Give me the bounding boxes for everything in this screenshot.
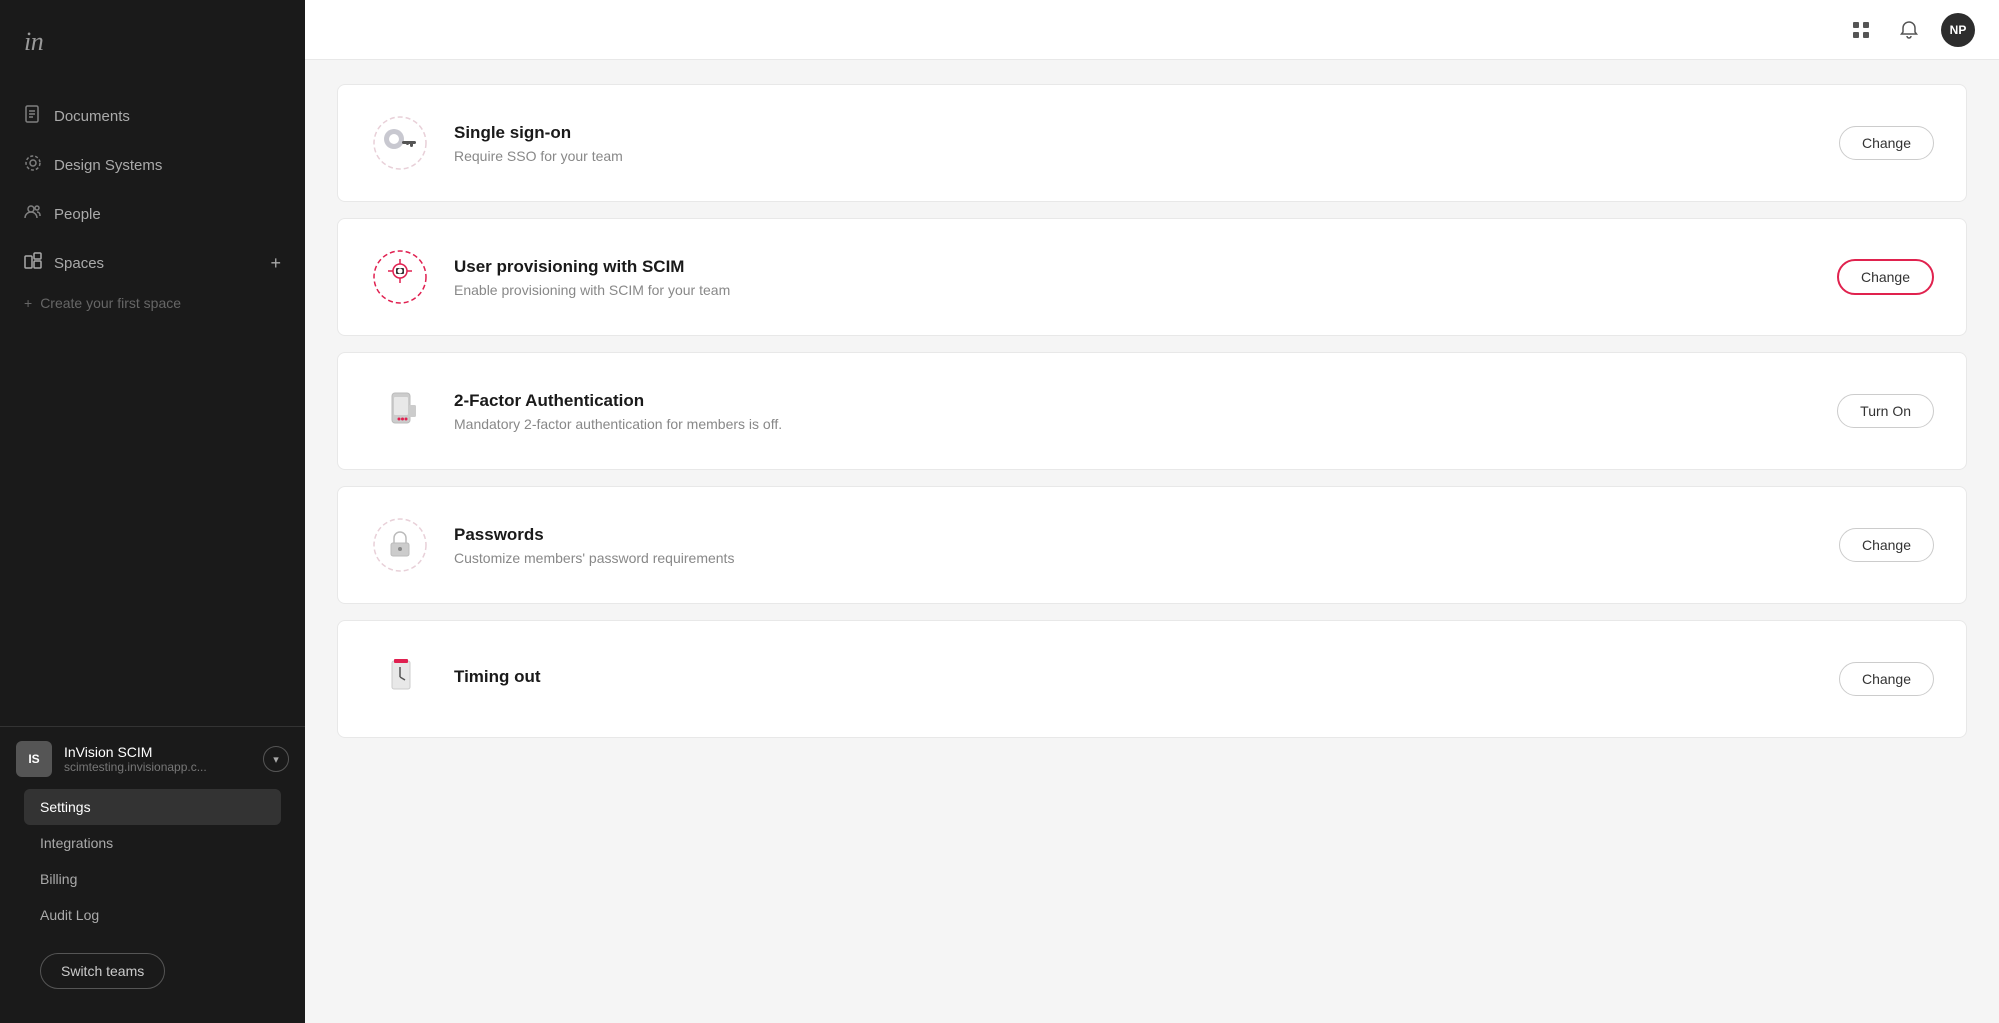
- passwords-icon: [370, 515, 430, 575]
- scim-icon: [370, 247, 430, 307]
- settings-content: Single sign-on Require SSO for your team…: [305, 60, 1999, 1023]
- sidebar-nav: Documents Design Systems People: [0, 82, 305, 726]
- people-label: People: [54, 206, 101, 223]
- scim-change-button[interactable]: Change: [1837, 259, 1934, 295]
- 2fa-action: Turn On: [1837, 394, 1934, 428]
- passwords-card: Passwords Customize members' password re…: [337, 486, 1967, 604]
- 2fa-icon: [370, 381, 430, 441]
- topbar: NP: [305, 0, 1999, 60]
- timing-action: Change: [1839, 662, 1934, 696]
- settings-menu: Settings Integrations Billing Audit Log: [16, 781, 289, 941]
- scim-card: User provisioning with SCIM Enable provi…: [337, 218, 1967, 336]
- design-systems-label: Design Systems: [54, 157, 162, 174]
- timing-icon: [370, 649, 430, 709]
- design-systems-icon: [24, 154, 42, 177]
- spaces-icon: [24, 252, 42, 274]
- 2fa-turn-on-button[interactable]: Turn On: [1837, 394, 1934, 428]
- team-details: InVision SCIM scimtesting.invisionapp.c.…: [64, 744, 251, 774]
- sidebar-item-people[interactable]: People: [0, 190, 305, 239]
- team-info: IS InVision SCIM scimtesting.invisionapp…: [16, 741, 289, 777]
- menu-item-audit-log[interactable]: Audit Log: [16, 897, 289, 933]
- people-icon: [24, 203, 42, 226]
- team-section: IS InVision SCIM scimtesting.invisionapp…: [0, 726, 305, 1023]
- sso-change-button[interactable]: Change: [1839, 126, 1934, 160]
- team-avatar: IS: [16, 741, 52, 777]
- menu-item-billing[interactable]: Billing: [16, 861, 289, 897]
- notifications-bell-icon[interactable]: [1893, 14, 1925, 46]
- grid-icon[interactable]: [1845, 14, 1877, 46]
- spaces-label: Spaces: [54, 255, 104, 272]
- sso-description: Require SSO for your team: [454, 148, 1815, 164]
- 2fa-card: 2-Factor Authentication Mandatory 2-fact…: [337, 352, 1967, 470]
- team-chevron-button[interactable]: ▾: [263, 746, 289, 772]
- timing-title: Timing out: [454, 667, 1815, 687]
- scim-title: User provisioning with SCIM: [454, 257, 1813, 277]
- sidebar-logo: in: [0, 0, 305, 82]
- sso-title: Single sign-on: [454, 123, 1815, 143]
- scim-description: Enable provisioning with SCIM for your t…: [454, 282, 1813, 298]
- sidebar-item-documents[interactable]: Documents: [0, 92, 305, 141]
- documents-icon: [24, 105, 42, 128]
- menu-item-integrations[interactable]: Integrations: [16, 825, 289, 861]
- passwords-action: Change: [1839, 528, 1934, 562]
- main-content: NP Single sign-on Require SSO for your t…: [305, 0, 1999, 1023]
- 2fa-title: 2-Factor Authentication: [454, 391, 1813, 411]
- sso-icon: [370, 113, 430, 173]
- logo: in: [24, 28, 281, 62]
- create-space-plus-icon: +: [24, 295, 32, 311]
- team-url: scimtesting.invisionapp.c...: [64, 760, 251, 774]
- passwords-content: Passwords Customize members' password re…: [454, 525, 1815, 566]
- timing-change-button[interactable]: Change: [1839, 662, 1934, 696]
- user-avatar[interactable]: NP: [1941, 13, 1975, 47]
- timing-content: Timing out: [454, 667, 1815, 692]
- 2fa-description: Mandatory 2-factor authentication for me…: [454, 416, 1813, 432]
- create-space-label: Create your first space: [40, 295, 181, 311]
- documents-label: Documents: [54, 108, 130, 125]
- team-name: InVision SCIM: [64, 744, 251, 760]
- switch-teams-button[interactable]: Switch teams: [40, 953, 165, 989]
- svg-text:in: in: [24, 28, 43, 56]
- sidebar-item-design-systems[interactable]: Design Systems: [0, 141, 305, 190]
- passwords-description: Customize members' password requirements: [454, 550, 1815, 566]
- scim-content: User provisioning with SCIM Enable provi…: [454, 257, 1813, 298]
- passwords-title: Passwords: [454, 525, 1815, 545]
- add-space-icon[interactable]: +: [270, 253, 281, 274]
- passwords-change-button[interactable]: Change: [1839, 528, 1934, 562]
- spaces-section: Spaces +: [0, 239, 305, 287]
- sso-card: Single sign-on Require SSO for your team…: [337, 84, 1967, 202]
- menu-item-settings[interactable]: Settings: [24, 789, 281, 825]
- sso-content: Single sign-on Require SSO for your team: [454, 123, 1815, 164]
- sso-action: Change: [1839, 126, 1934, 160]
- sidebar: in Documents Design Syst: [0, 0, 305, 1023]
- create-first-space[interactable]: + Create your first space: [0, 287, 305, 324]
- 2fa-content: 2-Factor Authentication Mandatory 2-fact…: [454, 391, 1813, 432]
- scim-action: Change: [1837, 259, 1934, 295]
- timing-card: Timing out Change: [337, 620, 1967, 738]
